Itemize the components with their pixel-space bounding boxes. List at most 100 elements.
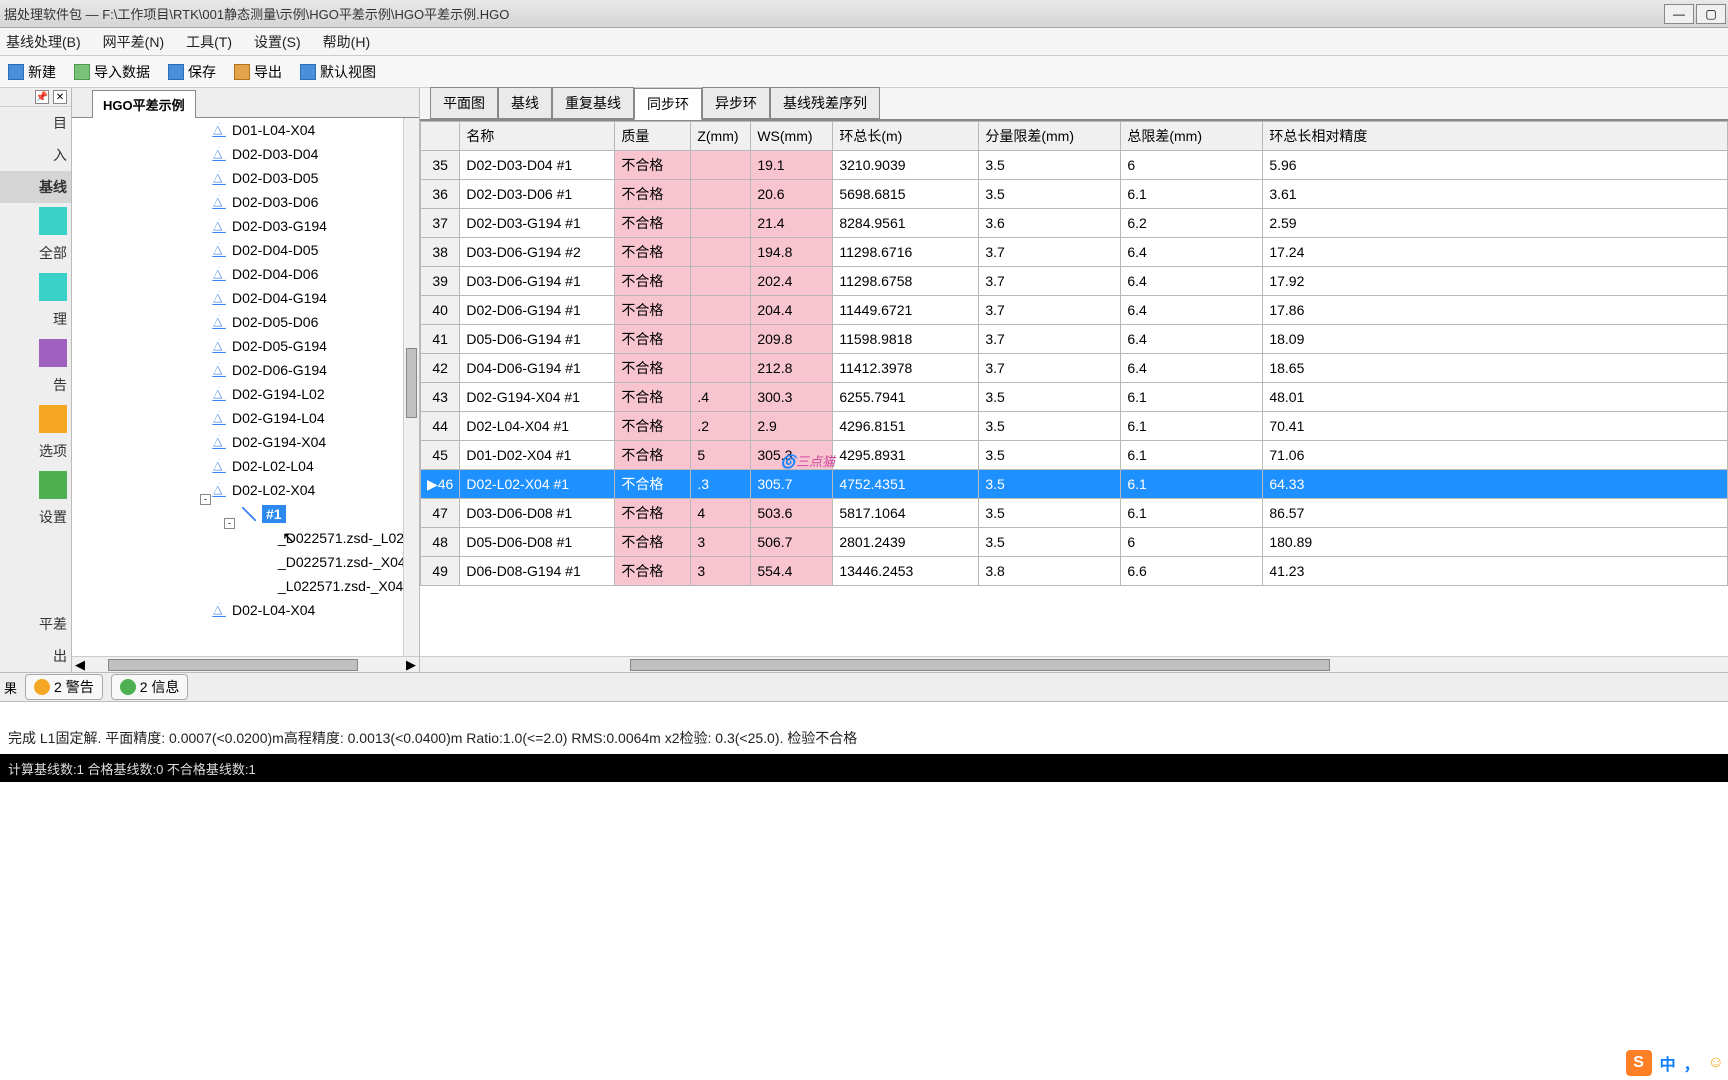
data-panel: 平面图 基线 重复基线 同步环 异步环 基线残差序列 名称 质量 Z(mm) W…: [420, 88, 1728, 672]
ime-bar: S 中 ， ☺: [1626, 1050, 1724, 1076]
grid-hscrollbar[interactable]: [420, 656, 1728, 672]
maximize-button[interactable]: ▢: [1696, 4, 1726, 24]
table-row[interactable]: 39D03-D06-G194 #1不合格202.411298.67583.76.…: [421, 267, 1728, 296]
close-icon[interactable]: ✕: [53, 90, 67, 104]
nav-item-options[interactable]: 选项: [0, 435, 71, 467]
col-quality[interactable]: 质量: [615, 122, 691, 151]
tree-node[interactable]: D02-D05-D06: [72, 310, 403, 334]
tab-asyncloop[interactable]: 异步环: [702, 87, 770, 119]
nav-item-export[interactable]: 出: [0, 640, 71, 672]
minimize-button[interactable]: —: [1664, 4, 1694, 24]
title-bar: 据处理软件包 — F:\工作项目\RTK\001静态测量\示例\HGO平差示例\…: [0, 0, 1728, 28]
new-button[interactable]: 新建: [4, 60, 60, 84]
tree-leaf[interactable]: _D022571.zsd-_X042571.z: [72, 550, 403, 574]
nav-item-project[interactable]: 目: [0, 107, 71, 139]
table-row[interactable]: 47D03-D06-D08 #1不合格4503.65817.10643.56.1…: [421, 499, 1728, 528]
table-row[interactable]: ▶46D02-L02-X04 #1不合格.3305.74752.43513.56…: [421, 470, 1728, 499]
tree-node[interactable]: D02-D04-D05: [72, 238, 403, 262]
table-row[interactable]: 43D02-G194-X04 #1不合格.4300.36255.79413.56…: [421, 383, 1728, 412]
col-looplen[interactable]: 环总长(m): [833, 122, 979, 151]
nav-item-all[interactable]: 全部: [0, 237, 71, 269]
nav-item-config[interactable]: 设置: [0, 501, 71, 533]
table-row[interactable]: 36D02-D03-D06 #1不合格20.65698.68153.56.13.…: [421, 180, 1728, 209]
tree-node[interactable]: D02-D05-G194: [72, 334, 403, 358]
table-row[interactable]: 42D04-D06-G194 #1不合格212.811412.39783.76.…: [421, 354, 1728, 383]
col-tottol[interactable]: 总限差(mm): [1121, 122, 1263, 151]
menu-netadjust[interactable]: 网平差(N): [103, 32, 164, 52]
info-pill[interactable]: 2 信息: [111, 674, 189, 700]
nav-icon-5: [39, 471, 67, 499]
tab-baseline[interactable]: 基线: [498, 87, 552, 119]
col-name[interactable]: 名称: [460, 122, 615, 151]
table-row[interactable]: 41D05-D06-G194 #1不合格209.811598.98183.76.…: [421, 325, 1728, 354]
table-row[interactable]: 44D02-L04-X04 #1不合格.22.94296.81513.56.17…: [421, 412, 1728, 441]
table-row[interactable]: 38D03-D06-G194 #2不合格194.811298.67163.76.…: [421, 238, 1728, 267]
ime-emoji-icon[interactable]: ☺: [1708, 1054, 1724, 1072]
tree-expander-child[interactable]: -: [224, 518, 235, 529]
pin-icon[interactable]: 📌: [35, 90, 49, 104]
tree-node[interactable]: D02-L02-L04: [72, 454, 403, 478]
data-grid[interactable]: 名称 质量 Z(mm) WS(mm) 环总长(m) 分量限差(mm) 总限差(m…: [420, 120, 1728, 672]
tree-node[interactable]: D02-D06-G194: [72, 358, 403, 382]
tree-expander[interactable]: -: [200, 494, 211, 505]
warn-pill[interactable]: 2 警告: [25, 674, 103, 700]
side-nav: 📌 ✕ 目 入 基线 全部 理 告 选项 设置 平差 出: [0, 88, 72, 672]
tree-node-selected[interactable]: #1: [72, 502, 403, 526]
tree-node[interactable]: D02-L04-X04: [72, 598, 403, 622]
nav-item-report[interactable]: 告: [0, 369, 71, 401]
tree-node[interactable]: D02-G194-L02: [72, 382, 403, 406]
import-button[interactable]: 导入数据: [70, 60, 154, 84]
col-ws[interactable]: WS(mm): [751, 122, 833, 151]
menu-baseline[interactable]: 基线处理(B): [6, 32, 81, 52]
tree-node[interactable]: D02-D03-D05: [72, 166, 403, 190]
export-button[interactable]: 导出: [230, 60, 286, 84]
tree-node[interactable]: D02-D03-G194: [72, 214, 403, 238]
tree-node[interactable]: D01-L04-X04: [72, 118, 403, 142]
project-tab[interactable]: HGO平差示例: [92, 90, 196, 118]
triangle-icon: [212, 315, 226, 329]
col-relprec[interactable]: 环总长相对精度: [1263, 122, 1728, 151]
tree-node[interactable]: D02-L02-X04: [72, 478, 403, 502]
menu-tools[interactable]: 工具(T): [186, 32, 232, 52]
nav-item-baseline[interactable]: 基线: [0, 171, 71, 203]
tree-vscrollbar[interactable]: [403, 118, 419, 656]
nav-item-adjust[interactable]: 平差: [0, 608, 71, 640]
table-row[interactable]: 35D02-D03-D04 #1不合格19.13210.90393.565.96: [421, 151, 1728, 180]
tree-hscrollbar[interactable]: ◀▶: [72, 656, 419, 672]
window-title: 据处理软件包 — F:\工作项目\RTK\001静态测量\示例\HGO平差示例\…: [4, 4, 509, 23]
triangle-icon: [212, 267, 226, 281]
sogou-icon[interactable]: S: [1626, 1050, 1652, 1076]
ime-punct[interactable]: ，: [1684, 1051, 1700, 1075]
nav-item-process[interactable]: 理: [0, 303, 71, 335]
tree-node[interactable]: D02-G194-L04: [72, 406, 403, 430]
table-row[interactable]: 49D06-D08-G194 #1不合格3554.413446.24533.86…: [421, 557, 1728, 586]
table-row[interactable]: 45D01-D02-X04 #1不合格5305.34295.89313.56.1…: [421, 441, 1728, 470]
tab-repeat[interactable]: 重复基线: [552, 87, 634, 119]
tree-node[interactable]: D02-G194-X04: [72, 430, 403, 454]
table-row[interactable]: 40D02-D06-G194 #1不合格204.411449.67213.76.…: [421, 296, 1728, 325]
menu-settings[interactable]: 设置(S): [254, 32, 301, 52]
tree-node[interactable]: D02-D03-D04: [72, 142, 403, 166]
triangle-icon: [212, 171, 226, 185]
save-button[interactable]: 保存: [164, 60, 220, 84]
col-rownum[interactable]: [421, 122, 460, 151]
triangle-icon: [212, 435, 226, 449]
tree-leaf[interactable]: _L022571.zsd-_X042571.z: [72, 574, 403, 598]
tree-node[interactable]: D02-D04-G194: [72, 286, 403, 310]
table-row[interactable]: 48D05-D06-D08 #1不合格3506.72801.24393.5618…: [421, 528, 1728, 557]
tree-node[interactable]: D02-D03-D06: [72, 190, 403, 214]
nav-item-import[interactable]: 入: [0, 139, 71, 171]
triangle-icon: [212, 291, 226, 305]
tab-plan[interactable]: 平面图: [430, 87, 498, 119]
tree-leaf[interactable]: _D022571.zsd-_L022571.z: [72, 526, 403, 550]
tree-node[interactable]: D02-D04-D06: [72, 262, 403, 286]
table-row[interactable]: 37D02-D03-G194 #1不合格21.48284.95613.66.22…: [421, 209, 1728, 238]
project-tree[interactable]: D01-L04-X04D02-D03-D04D02-D03-D05D02-D03…: [72, 118, 419, 672]
ime-lang[interactable]: 中: [1660, 1051, 1676, 1075]
col-comptol[interactable]: 分量限差(mm): [979, 122, 1121, 151]
menu-help[interactable]: 帮助(H): [323, 32, 370, 52]
col-z[interactable]: Z(mm): [691, 122, 751, 151]
default-view-button[interactable]: 默认视图: [296, 60, 380, 84]
tab-syncloop[interactable]: 同步环: [634, 88, 702, 120]
tab-residual[interactable]: 基线残差序列: [770, 87, 880, 119]
